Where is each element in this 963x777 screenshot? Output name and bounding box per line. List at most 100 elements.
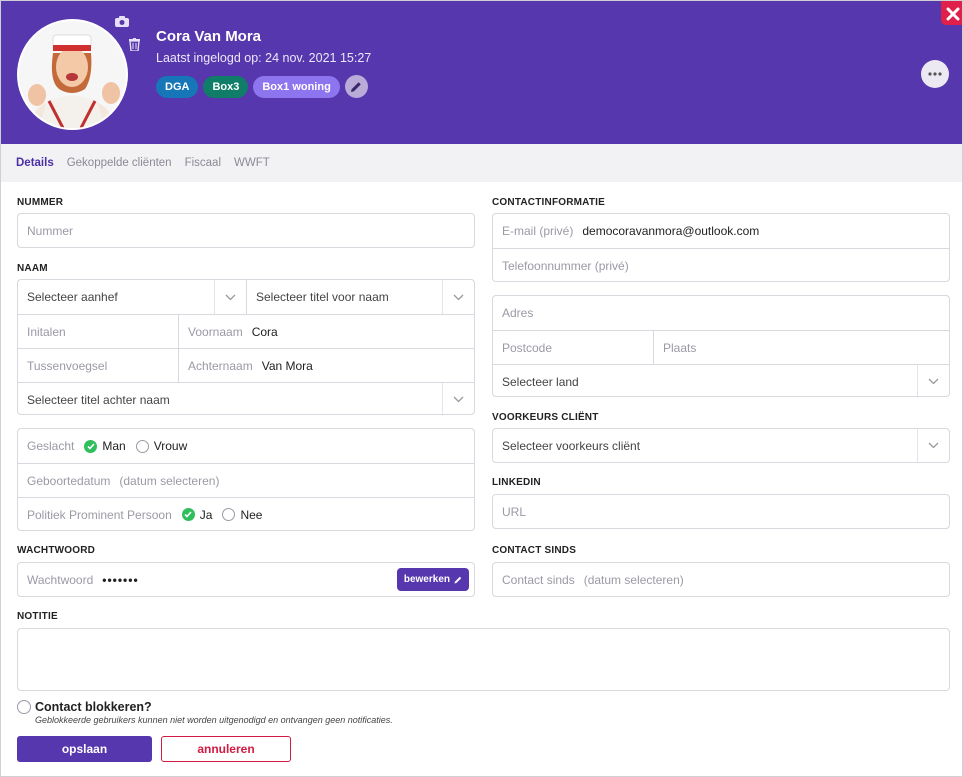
block-contact-title: Contact blokkeren? [35,700,152,714]
email-input[interactable]: E-mail (privé) democoravanmora@outlook.c… [493,214,949,248]
contact-sinds-placeholder: (datum selecteren) [583,572,684,587]
voornaam-value: Cora [251,324,278,339]
persoon-group: Geslacht Man Vrouw Geboortedatum (datum … [17,428,475,531]
block-contact-radio[interactable] [17,700,31,714]
email-value: democoravanmora@outlook.com [582,224,760,238]
achternaam-value: Van Mora [261,358,313,373]
geslacht-man-label: Man [102,439,126,453]
trash-icon[interactable] [129,38,143,53]
tag-box1-woning: Box1 woning [253,75,340,98]
linkedin-input[interactable]: URL [492,494,950,529]
check-icon [87,442,95,450]
adres-placeholder: Adres [502,306,534,320]
tussenvoegsel-input[interactable]: Tussenvoegsel [18,349,178,382]
chevron-down-icon [917,365,949,398]
adres-group: Adres Postcode Plaats Selecteer land [492,295,950,398]
chevron-down-icon [442,280,474,314]
cancel-button[interactable]: annuleren [161,736,291,762]
block-contact-subtitle: Geblokkeerde gebruikers kunnen niet word… [35,715,393,725]
tab-gekoppelde-clienten[interactable]: Gekoppelde cliënten [67,157,172,169]
camera-icon[interactable] [115,15,131,29]
client-name: Cora Van Mora [156,28,262,45]
geslacht-label: Geslacht [27,439,75,453]
contact-sinds-label: Contact sinds [502,572,575,587]
notitie-textarea[interactable] [17,628,950,691]
close-icon [946,7,960,21]
nummer-field[interactable]: Nummer [17,213,475,248]
wachtwoord-value: ••••••• [102,572,139,587]
voorkeurs-placeholder: Selecteer voorkeurs cliënt [502,438,641,453]
voornaam-label: Voornaam [188,324,243,339]
client-modal: Cora Van Mora Laatst ingelogd op: 24 nov… [0,0,963,777]
initialen-input[interactable]: Initalen [18,315,178,348]
check-icon [184,511,192,518]
chevron-down-icon [442,383,474,416]
titel-achter-select[interactable]: Selecteer titel achter naam [18,383,474,416]
aanhef-placeholder: Selecteer aanhef [27,290,118,304]
tag-list: DGA Box3 Box1 woning [156,75,368,98]
tab-details[interactable]: Details [16,157,54,169]
nummer-placeholder: Nummer [27,223,74,238]
pep-nee-label: Nee [240,507,263,522]
tussenvoegsel-placeholder: Tussenvoegsel [27,358,108,373]
geboortedatum-input[interactable]: Geboortedatum (datum selecteren) [18,464,474,497]
pep-nee-radio[interactable] [222,508,236,521]
last-login: Laatst ingelogd op: 24 nov. 2021 15:27 [156,51,372,65]
geslacht-man-radio[interactable] [84,439,98,453]
pencil-icon [454,576,462,583]
edit-password-label: bewerken [403,574,450,585]
titel-voor-select[interactable]: Selecteer titel voor naam [246,280,474,314]
adres-input[interactable]: Adres [493,296,949,330]
geslacht-vrouw-radio[interactable] [135,439,149,453]
more-icon [928,72,942,76]
pep-field: Politiek Prominent Persoon Ja Nee [18,498,474,531]
section-label-nummer: NUMMER [17,197,64,208]
plaats-placeholder: Plaats [663,340,697,355]
contact-sinds-input[interactable]: Contact sinds (datum selecteren) [492,562,950,597]
initialen-placeholder: Initalen [27,324,66,339]
url-placeholder: URL [502,504,527,519]
tag-dga: DGA [156,75,199,98]
close-button[interactable] [941,1,962,25]
profile-header: Cora Van Mora Laatst ingelogd op: 24 nov… [1,1,962,144]
email-label: E-mail (privé) [502,224,574,238]
voorkeurs-select[interactable]: Selecteer voorkeurs cliënt [492,428,950,463]
geslacht-vrouw-label: Vrouw [153,439,188,453]
land-placeholder: Selecteer land [502,374,579,389]
naam-group: Selecteer aanhef Selecteer titel voor na… [17,279,475,416]
postcode-placeholder: Postcode [502,340,553,355]
titel-achter-placeholder: Selecteer titel achter naam [27,392,170,407]
save-button[interactable]: opslaan [17,736,152,762]
geboortedatum-label: Geboortedatum [27,473,111,488]
chevron-down-icon [214,280,246,314]
land-select[interactable]: Selecteer land [493,365,949,398]
section-label-notitie: NOTITIE [17,611,58,622]
section-label-wachtwoord: WACHTWOORD [17,545,96,556]
tab-fiscaal[interactable]: Fiscaal [185,157,221,169]
avatar [17,19,128,130]
wachtwoord-field: Wachtwoord ••••••• bewerken [17,562,475,597]
pep-ja-label: Ja [199,507,213,522]
contact-group: E-mail (privé) democoravanmora@outlook.c… [492,213,950,282]
section-label-naam: NAAM [17,263,48,274]
edit-password-button[interactable]: bewerken [396,568,469,591]
more-options-button[interactable] [921,60,949,88]
section-label-linkedin: LINKEDIN [492,477,541,488]
tab-wwft[interactable]: WWFT [234,157,270,169]
titel-voor-placeholder: Selecteer titel voor naam [256,290,389,304]
achternaam-input[interactable]: Achternaam Van Mora [178,349,474,382]
plaats-input[interactable]: Plaats [653,331,949,364]
geboortedatum-placeholder: (datum selecteren) [119,473,220,488]
telefoon-input[interactable]: Telefoonnummer (privé) [493,249,949,282]
section-label-contactinformatie: CONTACTINFORMATIE [492,197,606,208]
pep-label: Politiek Prominent Persoon [27,507,172,522]
postcode-input[interactable]: Postcode [493,331,653,364]
aanhef-select[interactable]: Selecteer aanhef [18,280,246,314]
voornaam-input[interactable]: Voornaam Cora [178,315,474,348]
tag-box3: Box3 [203,75,249,98]
tab-bar: Details Gekoppelde cliënten Fiscaal WWFT [1,144,962,182]
pep-ja-radio[interactable] [181,508,195,521]
section-label-contact-sinds: CONTACT SINDS [492,545,577,556]
edit-tags-button[interactable] [344,75,368,98]
geslacht-field: Geslacht Man Vrouw [18,429,474,463]
